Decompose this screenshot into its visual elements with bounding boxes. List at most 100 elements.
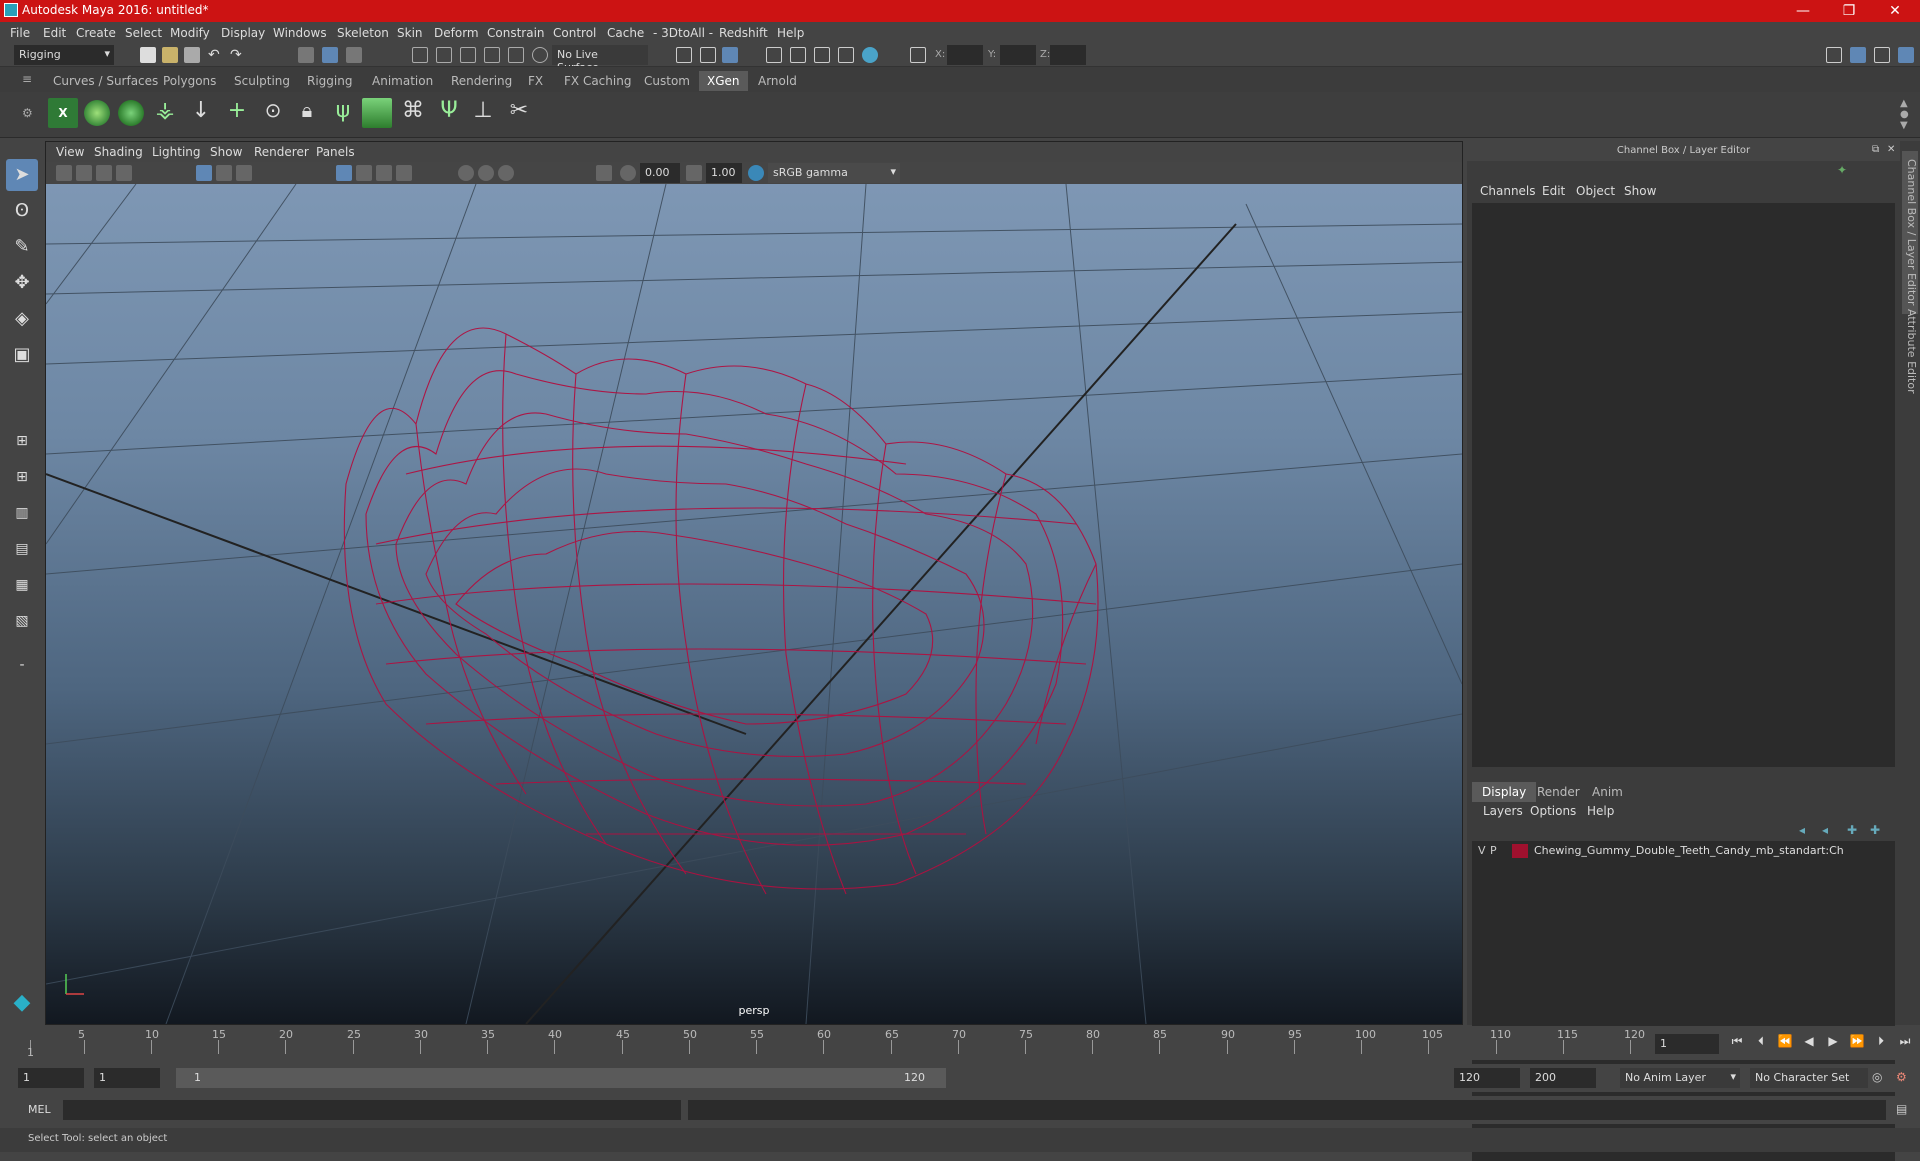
shelf-tab-arnold[interactable]: Arnold: [750, 71, 805, 91]
anti-aliasing-icon[interactable]: [498, 165, 514, 181]
menu-select[interactable]: Select: [125, 26, 162, 40]
vp-menu-lighting[interactable]: Lighting: [152, 145, 201, 159]
textured-icon[interactable]: [376, 165, 392, 181]
single-view-layout-icon[interactable]: ⊞: [6, 425, 38, 457]
move-tool-icon[interactable]: ✥: [6, 267, 38, 299]
new-layer-selected-icon[interactable]: ✚: [1870, 823, 1880, 837]
select-tool-icon[interactable]: ➤: [6, 159, 38, 191]
xgen-add-guide-icon[interactable]: ↓: [186, 98, 216, 128]
rotate-tool-icon[interactable]: ◈: [6, 303, 38, 335]
layer-menu-layers[interactable]: Layers: [1483, 804, 1523, 818]
lasso-tool-icon[interactable]: ʘ: [6, 195, 38, 227]
shelf-tab-fx-caching[interactable]: FX Caching: [556, 71, 639, 91]
layer-menu-options[interactable]: Options: [1530, 804, 1576, 818]
anim-layer-dropdown[interactable]: No Anim Layer ▾: [1620, 1068, 1740, 1088]
layer-tab-render[interactable]: Render: [1527, 782, 1590, 802]
render-current-icon[interactable]: [790, 47, 806, 63]
exposure-field[interactable]: 0.00: [640, 163, 680, 183]
range-bar[interactable]: 1 120: [176, 1068, 946, 1088]
image-plane-icon[interactable]: [116, 165, 132, 181]
go-to-start-icon[interactable]: ⏮: [1728, 1034, 1746, 1050]
grid-toggle-icon[interactable]: [196, 165, 212, 181]
xgen-comb-icon[interactable]: Ψ: [434, 98, 464, 128]
snap-pivot-icon[interactable]: [532, 47, 548, 63]
playback-end-field[interactable]: 120: [1454, 1068, 1520, 1088]
menuset-dropdown[interactable]: Rigging ▾: [14, 45, 114, 65]
scene-end-field[interactable]: 200: [1530, 1068, 1596, 1088]
gamma-icon[interactable]: [686, 165, 702, 181]
anim-prefs-icon[interactable]: ⚙: [1896, 1070, 1907, 1084]
paint-select-tool-icon[interactable]: ✎: [6, 231, 38, 263]
shelf-options-icon[interactable]: ⚙: [22, 106, 33, 120]
render-settings-icon[interactable]: [838, 47, 854, 63]
ambient-occlusion-icon[interactable]: [478, 165, 494, 181]
xgen-cut-icon[interactable]: ⊥: [468, 98, 498, 128]
current-frame-field[interactable]: 1: [1655, 1034, 1719, 1054]
go-to-end-icon[interactable]: ⏭: [1896, 1034, 1914, 1050]
menu-display[interactable]: Display: [221, 26, 265, 40]
layer-visibility-toggle[interactable]: V: [1478, 844, 1486, 857]
menu-control[interactable]: Control: [553, 26, 596, 40]
script-editor-icon[interactable]: ▤: [1896, 1102, 1907, 1116]
menu-skin[interactable]: Skin: [397, 26, 423, 40]
step-forward-icon[interactable]: ⏵: [1872, 1034, 1890, 1050]
menu-cache[interactable]: Cache: [607, 26, 644, 40]
tool-settings-icon[interactable]: [1874, 47, 1890, 63]
film-gate-icon[interactable]: [216, 165, 232, 181]
layer-playback-toggle[interactable]: P: [1490, 844, 1497, 857]
smooth-shade-icon[interactable]: [356, 165, 372, 181]
shelf-tab-animation[interactable]: Animation: [364, 71, 441, 91]
new-scene-icon[interactable]: [140, 47, 156, 63]
snap-curve-icon[interactable]: [436, 47, 452, 63]
xgen-insert-cv-icon[interactable]: +: [222, 98, 252, 128]
vp-menu-show[interactable]: Show: [210, 145, 242, 159]
xgen-move-guide-icon[interactable]: ⊙: [258, 98, 288, 128]
snap-grid-icon[interactable]: [412, 47, 428, 63]
close-button[interactable]: ✕: [1872, 0, 1918, 22]
layer-name[interactable]: Chewing_Gummy_Double_Teeth_Candy_mb_stan…: [1534, 844, 1844, 857]
close-panel-icon[interactable]: ✕: [1887, 144, 1895, 155]
play-forwards-icon[interactable]: ▶: [1824, 1034, 1842, 1050]
channel-box-tool-icon[interactable]: ✦: [1837, 163, 1847, 177]
xgen-editor-icon[interactable]: X: [48, 98, 78, 128]
save-scene-icon[interactable]: [184, 47, 200, 63]
collapse-toolbox-icon[interactable]: -: [6, 649, 38, 681]
auto-key-icon[interactable]: ◎: [1872, 1070, 1882, 1084]
character-set-dropdown[interactable]: No Character Set: [1750, 1068, 1868, 1088]
maya-home-icon[interactable]: ◆: [6, 987, 38, 1019]
float-panel-icon[interactable]: ⧉: [1872, 144, 1879, 155]
xgen-preview-icon[interactable]: [82, 98, 112, 128]
time-slider[interactable]: 1 5 10 15 20 25 30 35 40 45 50 55 60 65 70 75 80 85 90 95 10…: [0, 1026, 1920, 1060]
side-tab-attribute-editor[interactable]: Attribute Editor: [1902, 301, 1918, 402]
camera-attributes-icon[interactable]: [76, 165, 92, 181]
exposure-icon[interactable]: [620, 165, 636, 181]
ipr-render-icon[interactable]: [814, 47, 830, 63]
layer-menu-help[interactable]: Help: [1587, 804, 1614, 818]
step-forward-key-icon[interactable]: ⏩: [1848, 1034, 1866, 1050]
new-layer-icon[interactable]: ✚: [1847, 823, 1857, 837]
xgen-sculpt-icon[interactable]: ⌘: [398, 98, 428, 128]
shelf-scroll-icon[interactable]: ▲ ● ▼: [1900, 98, 1909, 131]
snap-view-icon[interactable]: [484, 47, 500, 63]
minimize-button[interactable]: —: [1780, 0, 1826, 22]
shelf-tab-curves[interactable]: Curves / Surfaces: [45, 71, 166, 91]
four-view-layout-icon[interactable]: ⊞: [6, 461, 38, 493]
layer-color-swatch[interactable]: [1512, 844, 1528, 858]
side-tab-channel-box[interactable]: Channel Box / Layer Editor: [1902, 151, 1918, 314]
scene-start-field[interactable]: 1: [18, 1068, 84, 1088]
snap-surface-icon[interactable]: [508, 47, 524, 63]
xgen-create-description-icon[interactable]: [116, 98, 146, 128]
shelf-tab-rendering[interactable]: Rendering: [443, 71, 520, 91]
move-layer-down-icon[interactable]: ◂: [1822, 823, 1828, 837]
select-object-icon[interactable]: [322, 47, 338, 63]
transform-mode-icon[interactable]: [910, 47, 926, 63]
camera-select-icon[interactable]: [56, 165, 72, 181]
shadows-icon[interactable]: [458, 165, 474, 181]
shelf-tab-sculpting[interactable]: Sculpting: [226, 71, 298, 91]
cb-menu-channels[interactable]: Channels: [1480, 184, 1536, 198]
menu-constrain[interactable]: Constrain: [487, 26, 545, 40]
cb-menu-show[interactable]: Show: [1624, 184, 1656, 198]
attribute-editor-toggle-icon[interactable]: [1850, 47, 1866, 63]
menu-windows[interactable]: Windows: [273, 26, 327, 40]
menu-create[interactable]: Create: [76, 26, 116, 40]
